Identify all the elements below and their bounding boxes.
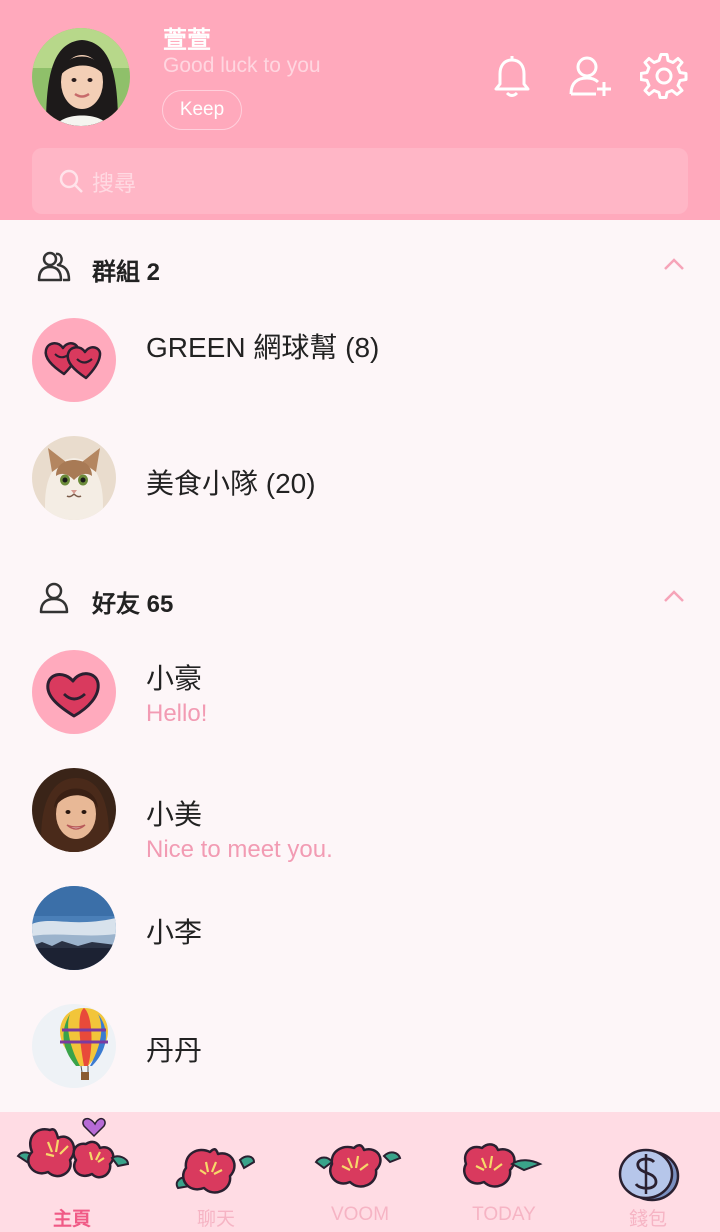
friend-status-message: Nice to meet you. bbox=[146, 836, 333, 863]
bell-icon[interactable] bbox=[488, 52, 536, 100]
tab-wallet[interactable]: 錢包 bbox=[576, 1112, 720, 1232]
tab-home-label: 主頁 bbox=[52, 1209, 91, 1230]
friend-status-message: Hello! bbox=[146, 700, 208, 727]
groups-section-title: 群組 2 bbox=[92, 259, 161, 286]
friend-name: 小美 bbox=[146, 799, 203, 830]
group-row[interactable]: 美食小隊 (20) bbox=[0, 436, 720, 526]
group-avatar-hearts bbox=[32, 318, 116, 402]
friend-name: 小豪 bbox=[146, 663, 203, 694]
profile-avatar[interactable] bbox=[32, 28, 130, 126]
friend-row[interactable]: 小豪 Hello! bbox=[0, 650, 720, 740]
search-placeholder: 搜尋 bbox=[92, 171, 137, 196]
tab-chats-label: 聊天 bbox=[196, 1209, 235, 1230]
friend-name: 丹丹 bbox=[146, 1035, 203, 1066]
bottom-tab-bar: 主頁 聊天 VOOM TODAY 錢包 bbox=[0, 1112, 720, 1232]
search-icon bbox=[59, 169, 83, 193]
friend-row[interactable]: 小美 Nice to meet you. bbox=[0, 768, 720, 863]
tab-voom[interactable]: VOOM bbox=[288, 1112, 432, 1232]
profile-status-message: Good luck to you bbox=[163, 54, 321, 77]
group-avatar-cat bbox=[32, 436, 116, 520]
friend-row[interactable]: 丹丹 bbox=[0, 1004, 720, 1094]
group-icon bbox=[37, 251, 71, 282]
tab-today[interactable]: TODAY bbox=[432, 1112, 576, 1232]
friend-avatar-balloon bbox=[32, 1004, 116, 1088]
flower-icon bbox=[463, 1143, 543, 1188]
group-name: GREEN 網球幫 (8) bbox=[146, 332, 380, 363]
friend-avatar-photo bbox=[32, 768, 116, 852]
friends-section-title: 好友 65 bbox=[92, 591, 174, 618]
friend-name: 小李 bbox=[146, 917, 203, 948]
group-name: 美食小隊 (20) bbox=[146, 468, 316, 499]
tab-wallet-label: 錢包 bbox=[628, 1209, 667, 1230]
groups-section-header[interactable]: 群組 2 bbox=[0, 242, 720, 292]
chevron-up-icon[interactable] bbox=[662, 586, 686, 606]
flower-icon bbox=[314, 1144, 402, 1188]
person-icon bbox=[39, 582, 69, 614]
add-friend-icon[interactable] bbox=[566, 52, 614, 100]
tab-chats[interactable]: 聊天 bbox=[144, 1112, 288, 1232]
tab-today-label: TODAY bbox=[472, 1204, 536, 1225]
flower-icon bbox=[175, 1148, 256, 1194]
friend-avatar-sky bbox=[32, 886, 116, 970]
profile-header: 萱萱 Good luck to you Keep 搜尋 bbox=[0, 0, 720, 220]
chevron-up-icon[interactable] bbox=[662, 254, 686, 274]
friends-section-header[interactable]: 好友 65 bbox=[0, 574, 720, 624]
profile-name: 萱萱 bbox=[163, 27, 211, 54]
friend-avatar-heart bbox=[32, 650, 116, 734]
group-row[interactable]: GREEN 網球幫 (8) bbox=[0, 318, 720, 408]
keep-button[interactable]: Keep bbox=[162, 90, 242, 130]
friend-row[interactable]: 小李 bbox=[0, 886, 720, 976]
tab-home[interactable]: 主頁 bbox=[0, 1112, 144, 1232]
search-bar[interactable]: 搜尋 bbox=[32, 148, 688, 214]
flower-icon bbox=[16, 1117, 130, 1179]
coin-icon bbox=[618, 1148, 680, 1202]
tab-voom-label: VOOM bbox=[330, 1204, 390, 1225]
settings-gear-icon[interactable] bbox=[640, 52, 688, 100]
